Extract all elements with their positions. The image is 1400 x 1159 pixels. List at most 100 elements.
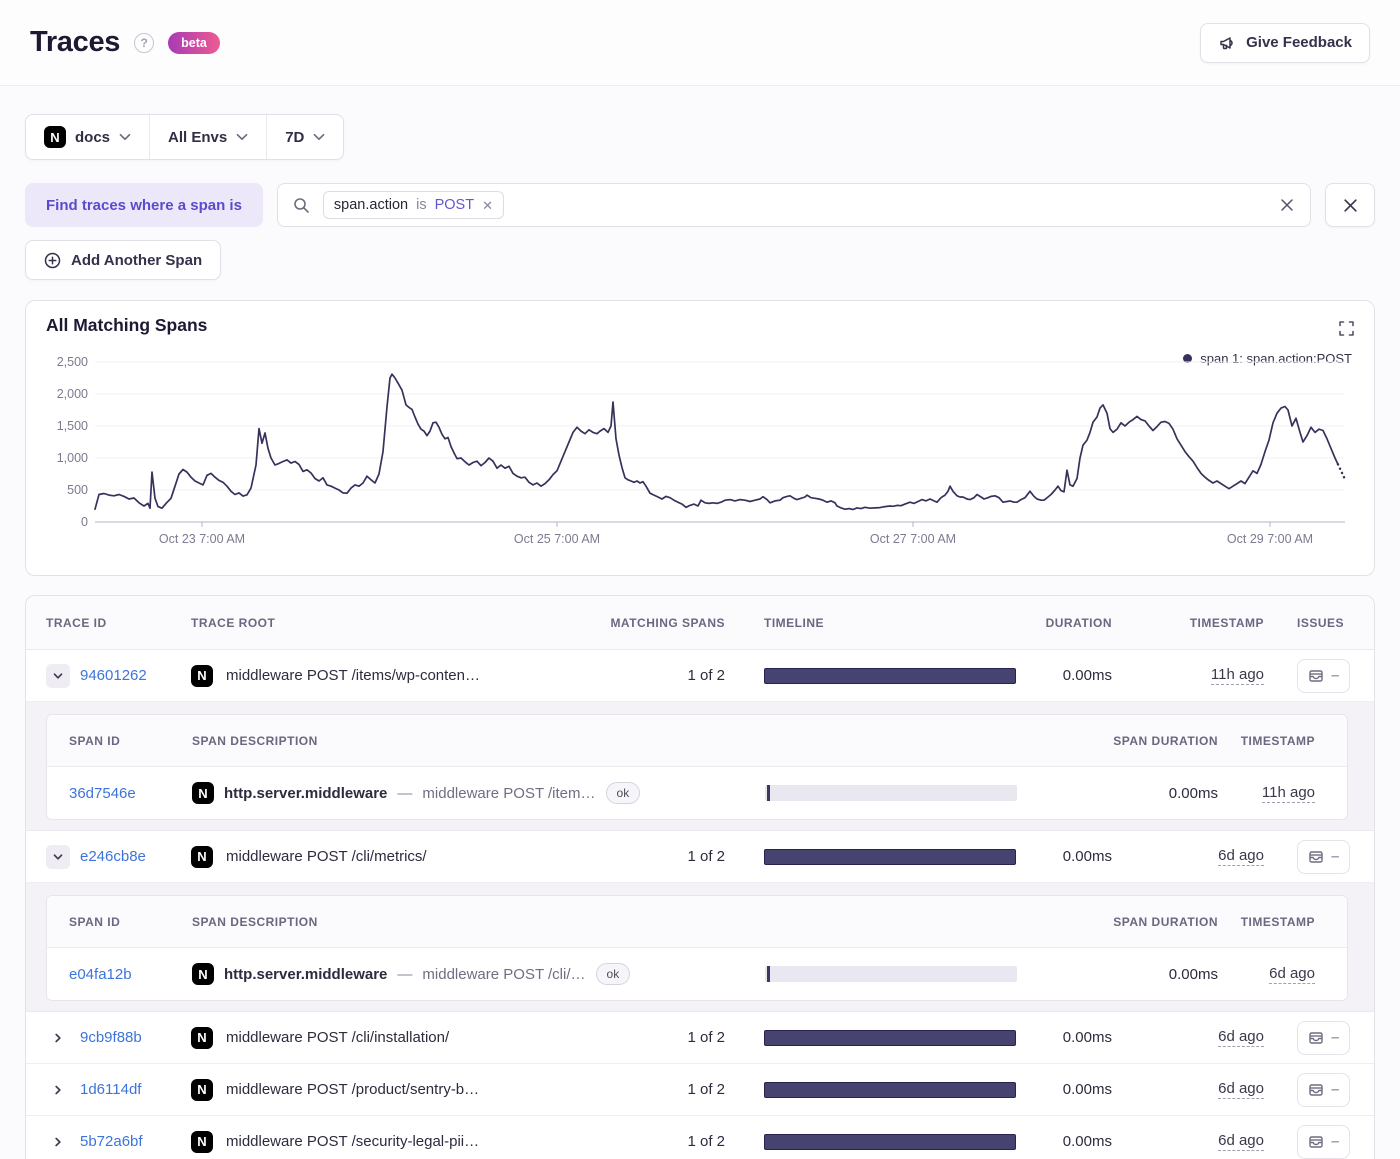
trace-timeline-bar[interactable]: [764, 848, 1016, 865]
trace-timestamp[interactable]: 6d ago: [1218, 1028, 1264, 1047]
issues-button[interactable]: –: [1297, 1072, 1351, 1107]
plus-circle-icon: [44, 252, 61, 269]
collapse-trace-icon[interactable]: [46, 663, 70, 688]
trace-id-link[interactable]: e246cb8e: [80, 848, 146, 865]
expand-trace-icon[interactable]: [46, 1130, 70, 1154]
trace-root-label: middleware POST /security-legal-pii…: [226, 1133, 480, 1150]
issues-button[interactable]: –: [1297, 658, 1351, 693]
trace-timestamp[interactable]: 6d ago: [1218, 847, 1264, 866]
matching-spans-count: 1 of 2: [687, 848, 725, 865]
give-feedback-button[interactable]: Give Feedback: [1200, 22, 1370, 63]
clear-search-icon[interactable]: [1279, 197, 1295, 213]
chevron-down-icon: [119, 133, 131, 141]
span-description: middleware POST /item…: [422, 784, 596, 802]
matching-spans-count: 1 of 2: [687, 667, 725, 684]
trace-timeline-bar[interactable]: [764, 1133, 1016, 1150]
span-id-link[interactable]: 36d7546e: [69, 785, 136, 802]
span-operation: http.server.middleware: [224, 784, 388, 802]
trace-timeline-bar[interactable]: [764, 667, 1016, 684]
x-tick-label: Oct 27 7:00 AM: [869, 532, 957, 546]
span-timeline-track[interactable]: [765, 785, 1017, 801]
inbox-icon: [1308, 849, 1324, 865]
help-icon[interactable]: ?: [134, 32, 155, 53]
trace-id-link[interactable]: 9cb9f88b: [80, 1029, 142, 1046]
matching-spans-count: 1 of 2: [687, 1081, 725, 1098]
span-timestamp[interactable]: 6d ago: [1269, 965, 1315, 984]
issues-empty-value: –: [1331, 1029, 1340, 1046]
trace-timeline-bar[interactable]: [764, 1081, 1016, 1098]
trace-timestamp[interactable]: 6d ago: [1218, 1080, 1264, 1099]
add-another-span-button[interactable]: Add Another Span: [25, 240, 222, 280]
trace-id-link[interactable]: 94601262: [80, 667, 147, 684]
issues-button[interactable]: –: [1297, 839, 1351, 874]
app-header: Traces ? beta Give Feedback: [0, 0, 1400, 86]
trace-timeline-bar[interactable]: [764, 1029, 1016, 1046]
fullscreen-icon[interactable]: [1339, 321, 1354, 336]
nextjs-project-icon: N: [191, 845, 213, 868]
trace-row: e246cb8e N middleware POST /cli/metrics/…: [26, 831, 1374, 883]
col-trace-root: TRACE ROOT: [191, 615, 276, 630]
trace-timestamp[interactable]: 6d ago: [1218, 1132, 1264, 1151]
trace-timestamp[interactable]: 11h ago: [1210, 666, 1264, 685]
line-chart[interactable]: [94, 361, 1347, 527]
x-tick-label: Oct 23 7:00 AM: [158, 532, 246, 546]
span-timeline-marker: [767, 785, 770, 801]
trace-duration: 0.00ms: [1062, 848, 1112, 865]
chip-remove-icon[interactable]: ✕: [482, 199, 493, 212]
date-range-filter-label: 7D: [285, 128, 305, 146]
nextjs-project-icon: N: [191, 664, 213, 687]
col-trace-id: TRACE ID: [46, 615, 107, 630]
col-span-duration: SPAN DURATION: [1113, 914, 1218, 929]
page-title: Traces: [30, 26, 121, 58]
trace-id-link[interactable]: 1d6114df: [80, 1081, 141, 1098]
trace-row: 9cb9f88b N middleware POST /cli/installa…: [26, 1012, 1374, 1064]
nextjs-project-icon: N: [192, 963, 214, 985]
find-traces-label: Find traces where a span is: [25, 183, 263, 227]
y-tick-label: 2,000: [56, 387, 88, 401]
span-row: e04fa12b N http.server.middleware — midd…: [47, 948, 1347, 1000]
collapse-trace-icon[interactable]: [46, 844, 70, 869]
search-icon: [293, 197, 310, 214]
issues-empty-value: –: [1331, 667, 1340, 684]
y-axis-labels: 0 500 1,000 1,500 2,000 2,500: [46, 355, 95, 529]
col-span-id: SPAN ID: [69, 914, 121, 929]
trace-root-label: middleware POST /product/sentry-b…: [226, 1081, 480, 1098]
y-tick-label: 0: [81, 515, 88, 529]
trace-duration: 0.00ms: [1062, 667, 1112, 684]
col-span-description: SPAN DESCRIPTION: [192, 733, 318, 748]
trace-id-link[interactable]: 5b72a6bf: [80, 1133, 143, 1150]
trace-root-label: middleware POST /cli/metrics/: [226, 848, 427, 865]
remove-span-query-button[interactable]: [1325, 183, 1375, 227]
project-filter[interactable]: N docs: [26, 115, 149, 159]
span-id-link[interactable]: e04fa12b: [69, 966, 132, 983]
chip-operator: is: [416, 197, 427, 213]
matching-spans-chart-panel: All Matching Spans span 1: span.action:P…: [25, 300, 1375, 576]
col-span-id: SPAN ID: [69, 733, 121, 748]
inbox-icon: [1308, 1030, 1324, 1046]
expanded-spans-section: SPAN ID SPAN DESCRIPTION SPAN DURATION T…: [26, 883, 1374, 1012]
project-filter-label: docs: [75, 128, 111, 146]
expand-trace-icon[interactable]: [46, 1026, 70, 1050]
nextjs-project-icon: N: [191, 1130, 213, 1153]
environment-filter[interactable]: All Envs: [149, 115, 266, 159]
table-header-row: TRACE ID TRACE ROOT MATCHING SPANS TIMEL…: [26, 596, 1374, 650]
issues-button[interactable]: –: [1297, 1020, 1351, 1055]
trace-row: 94601262 N middleware POST /items/wp-con…: [26, 650, 1374, 702]
span-status-badge: ok: [605, 782, 641, 804]
span-search-input[interactable]: span.action is POST ✕: [276, 183, 1311, 227]
span-status-badge: ok: [595, 963, 631, 985]
span-table-header: SPAN ID SPAN DESCRIPTION SPAN DURATION T…: [47, 715, 1347, 767]
search-filter-chip[interactable]: span.action is POST ✕: [322, 191, 504, 219]
span-timestamp[interactable]: 11h ago: [1261, 784, 1315, 803]
expand-trace-icon[interactable]: [46, 1078, 70, 1102]
megaphone-icon: [1218, 34, 1236, 52]
date-range-filter[interactable]: 7D: [266, 115, 343, 159]
span-operation: http.server.middleware: [224, 965, 388, 983]
col-duration: DURATION: [1045, 615, 1112, 630]
span-timeline-track[interactable]: [765, 966, 1017, 982]
x-axis-labels: Oct 23 7:00 AM Oct 25 7:00 AM Oct 27 7:00 …: [95, 532, 1345, 548]
inbox-icon: [1308, 1134, 1324, 1150]
separator: —: [397, 784, 413, 802]
matching-spans-count: 1 of 2: [687, 1133, 725, 1150]
issues-button[interactable]: –: [1297, 1124, 1351, 1159]
